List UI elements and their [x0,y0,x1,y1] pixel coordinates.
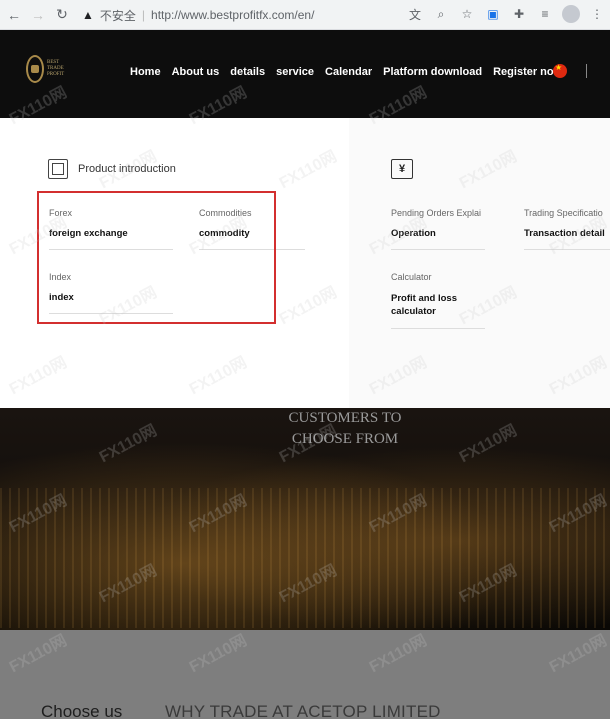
browser-toolbar: ← → ↻ ▲ 不安全 | http://www.bestprofitfx.co… [0,0,610,30]
hero-banner: CUSTOMERS TO CHOOSE FROM [0,408,610,630]
dropdown-item-calculator[interactable]: Calculator Profit and loss calculator [391,272,485,329]
nav-home[interactable]: Home [130,66,161,78]
china-flag-icon[interactable] [553,63,567,78]
yen-calculator-icon: ¥ [391,159,413,179]
why-section: Choose us WHY TRADE AT ACETOP LIMITED [0,630,610,719]
forward-icon[interactable]: → [28,5,48,25]
product-intro-header: Product introduction [48,159,176,179]
item-value[interactable]: Transaction detail [524,228,610,239]
site-logo[interactable]: BEST TRADE PROFIT [26,52,70,86]
nav-register-now[interactable]: Register now [493,66,562,78]
cube-icon [48,159,68,179]
puzzle-icon[interactable]: ✚ [510,5,528,23]
main-nav: Home About us details service Calendar P… [130,66,573,78]
hero-title-line1: CUSTOMERS TO [288,410,402,426]
nav-about-us[interactable]: About us [172,66,220,78]
logo-mark-icon [26,55,44,83]
bookmark-star-icon[interactable]: ☆ [458,5,476,23]
nav-platform-download[interactable]: Platform download [383,66,482,78]
nav-calendar[interactable]: Calendar [325,66,372,78]
item-divider [524,249,610,250]
highlight-box [37,191,276,324]
dropdown-item-trading-spec[interactable]: Trading Specificatio Transaction detail [524,208,610,250]
extension-icon[interactable]: ▣ [484,5,502,23]
item-caption: Pending Orders Explai [391,208,482,218]
item-caption: Calculator [391,272,432,282]
reading-list-icon[interactable]: ≡ [536,5,554,23]
logo-text: BEST TRADE PROFIT [47,60,65,77]
product-intro-label: Product introduction [78,163,176,175]
security-label: 不安全 [99,8,136,23]
nav-service[interactable]: service [276,66,314,78]
header-divider [586,64,587,78]
hero-title-line2: CHOOSE FROM [291,431,399,447]
nav-details[interactable]: details [230,66,265,78]
url-text[interactable]: http://www.bestprofitfx.com/en/ [151,8,314,22]
dropdown-right-panel [349,118,610,408]
item-caption: Trading Specificatio [524,208,603,218]
item-value[interactable]: Profit and loss calculator [391,292,485,318]
item-value[interactable]: Operation [391,228,485,239]
warning-icon[interactable]: ▲ [82,8,94,22]
details-dropdown: Product introduction Forex foreign excha… [0,118,610,408]
back-icon[interactable]: ← [4,5,24,25]
omnibox-separator: | [141,8,146,22]
menu-icon[interactable]: ⋮ [588,5,606,23]
browser-actions: 文 ⌕ ☆ ▣ ✚ ≡ ⋮ [406,5,606,23]
why-trade-heading: WHY TRADE AT ACETOP LIMITED [165,702,441,719]
choose-us-heading: Choose us [41,702,123,719]
dropdown-item-pending-orders[interactable]: Pending Orders Explai Operation [391,208,485,250]
address-bar[interactable]: ▲ 不安全 | http://www.bestprofitfx.com/en/ [82,4,417,26]
item-divider [391,328,485,329]
profile-avatar[interactable] [562,5,580,23]
item-divider [391,249,485,250]
translate-icon[interactable]: 文 [406,5,424,23]
zoom-icon[interactable]: ⌕ [432,5,450,23]
site-header: BEST TRADE PROFIT Home About us details … [0,30,610,124]
hero-title: CUSTOMERS TO CHOOSE FROM [0,408,610,450]
city-lights-image [0,488,610,628]
reload-icon[interactable]: ↻ [52,5,72,25]
